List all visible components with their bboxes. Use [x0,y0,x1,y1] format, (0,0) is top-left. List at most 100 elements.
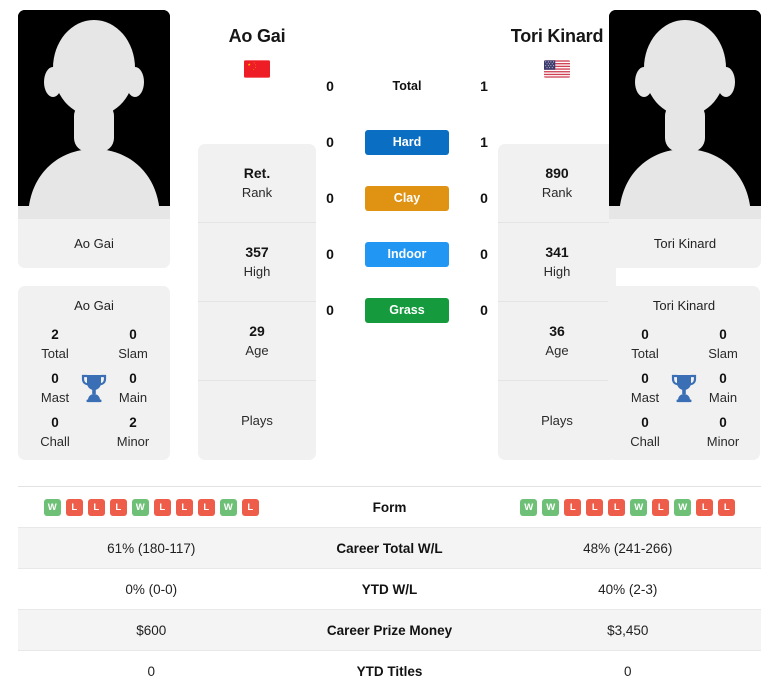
form-badge-loss[interactable]: L [175,498,193,516]
rank-label-left-2: Age [245,343,269,358]
h2h-right-count-total: 1 [480,78,488,94]
us-flag-icon [544,60,570,78]
form-badge-loss[interactable]: L [586,498,604,516]
form-badge-loss[interactable]: L [87,498,105,516]
table-row: 61% (180-117) Career Total W/L 48% (241-26… [18,528,761,569]
form-badge-loss[interactable]: L [652,498,670,516]
form-badge-loss[interactable]: L [197,498,215,516]
rank-value-right-1: 341 [545,244,569,260]
titles-mast-value-left: 0 [51,371,59,386]
h2h-left-count-indoor: 0 [326,246,334,262]
player-photo-card-right: Tori Kinard [609,10,761,268]
rank-label-right-0: Rank [541,185,573,200]
titles-slam-label-left: Slam [118,346,148,361]
titles-chall-label-right: Chall [630,434,660,449]
form-badge-loss[interactable]: L [241,498,259,516]
h2h-row-total: 0 Total 1 [313,58,501,114]
titles-slam-value-left: 0 [129,327,137,342]
titles-chall-left: 0 Chall [26,413,84,451]
form-badge-loss[interactable]: L [65,498,83,516]
titles-slam-value-right: 0 [719,327,727,342]
surface-badge-grass[interactable]: Grass [365,297,449,323]
rank-row-right-2: 36 Age [498,302,616,381]
cn-flag-icon [244,60,270,78]
rank-card-right: 890 Rank 341 High 36 Age Plays [498,144,616,460]
stat-label: YTD W/L [361,581,418,597]
h2h-right-count-clay: 0 [480,190,488,206]
table-row: W L L L W L L L W L Form W W L L L W L W L L [18,487,761,528]
titles-chall-value-right: 0 [641,415,649,430]
form-badge-win[interactable]: W [131,498,149,516]
form-badge-win[interactable]: W [43,498,61,516]
rank-value-right-2: 36 [549,323,565,339]
rank-label-left-1: High [243,264,271,279]
stat-value-right: WWLLLWLWLL [495,498,762,516]
trophy-icon [81,374,107,403]
h2h-left-count-total: 0 [326,78,334,94]
h2h-right-count-grass: 0 [480,302,488,318]
surface-badge-hard[interactable]: Hard [365,129,449,155]
stat-value-right: 48% (241-266) [583,540,673,556]
h2h-right-count-indoor: 0 [480,246,488,262]
titles-card-right: Tori Kinard 0 Total 0 Slam 0 Mast 0 Main [608,286,760,460]
stat-value-left: 0 [147,664,155,679]
rank-row-left-0: Ret. Rank [198,144,316,223]
form-badge-win[interactable]: W [674,498,692,516]
titles-mast-right: 0 Mast [616,369,674,407]
form-badge-loss[interactable]: L [564,498,582,516]
rank-label-right-2: Age [545,343,569,358]
h2h-surface-wrap: Grass [347,297,467,323]
player-header-left: Ao Gai [182,26,332,78]
titles-grid-left: 2 Total 0 Slam 0 Mast 0 Main 0 Chall 2 M… [18,325,170,449]
rank-value-left-1: 357 [245,244,269,260]
rank-label-left-0: Rank [241,185,273,200]
rank-label-right-3: Plays [541,413,573,428]
stats-table: W L L L W L L L W L Form W W L L L W L W L L 61% (180-117) Car… [18,486,761,692]
rank-row-right-1: 341 High [498,223,616,302]
form-badge-win[interactable]: W [520,498,538,516]
rank-card-left: Ret. Rank 357 High 29 Age Plays [198,144,316,460]
surface-badge-clay[interactable]: Clay [365,185,449,211]
titles-total-label-right: Total [631,346,659,361]
h2h-right-count-hard: 1 [480,134,488,150]
stat-label: Career Prize Money [326,622,453,638]
form-badge-loss[interactable]: L [718,498,736,516]
rank-value-right-0: 890 [545,165,569,181]
player-photo-left [18,10,170,219]
h2h-left-count-hard: 0 [326,134,334,150]
form-badge-win[interactable]: W [219,498,237,516]
titles-main-value-right: 0 [719,371,727,386]
player-name-left: Ao Gai [228,26,286,46]
titles-minor-right: 0 Minor [694,413,752,451]
titles-heading-left: Ao Gai [74,298,114,313]
titles-chall-value-left: 0 [51,415,59,430]
h2h-left-count-clay: 0 [326,190,334,206]
form-badge-loss[interactable]: L [153,498,171,516]
titles-minor-label-left: Minor [116,434,150,449]
titles-mast-left: 0 Mast [26,369,84,407]
titles-chall-right: 0 Chall [616,413,674,451]
titles-heading-right: Tori Kinard [652,298,716,313]
rank-value-left-0: Ret. [243,165,271,181]
form-badge-loss[interactable]: L [109,498,127,516]
titles-minor-value-right: 0 [719,415,727,430]
titles-grid-right: 0 Total 0 Slam 0 Mast 0 Main 0 Chall 0 M… [608,325,760,449]
form-badge-win[interactable]: W [542,498,560,516]
form-badge-loss[interactable]: L [696,498,714,516]
surface-badge-total: Total [392,79,422,93]
stat-value-left: 61% (180-117) [107,540,196,556]
rank-row-right-0: 890 Rank [498,144,616,223]
table-row: 0% (0-0) YTD W/L 40% (2-3) [18,569,761,610]
form-badge-loss[interactable]: L [608,498,626,516]
stat-value-right: 0 [623,664,632,679]
rank-value-left-2: 29 [249,323,265,339]
form-badge-win[interactable]: W [630,498,648,516]
table-row: 0 YTD Titles 0 [18,651,761,692]
rank-row-right-3: Plays [498,381,616,460]
rank-row-left-1: 357 High [198,223,316,302]
head-to-head-column: 0 Total 1 0 Hard 1 0 Clay 0 0 Indoor 0 0 Grass 0 [313,58,501,338]
surface-badge-indoor[interactable]: Indoor [365,241,449,267]
person-silhouette-icon [609,10,761,219]
titles-total-left: 2 Total [26,325,84,363]
titles-minor-left: 2 Minor [104,413,162,451]
